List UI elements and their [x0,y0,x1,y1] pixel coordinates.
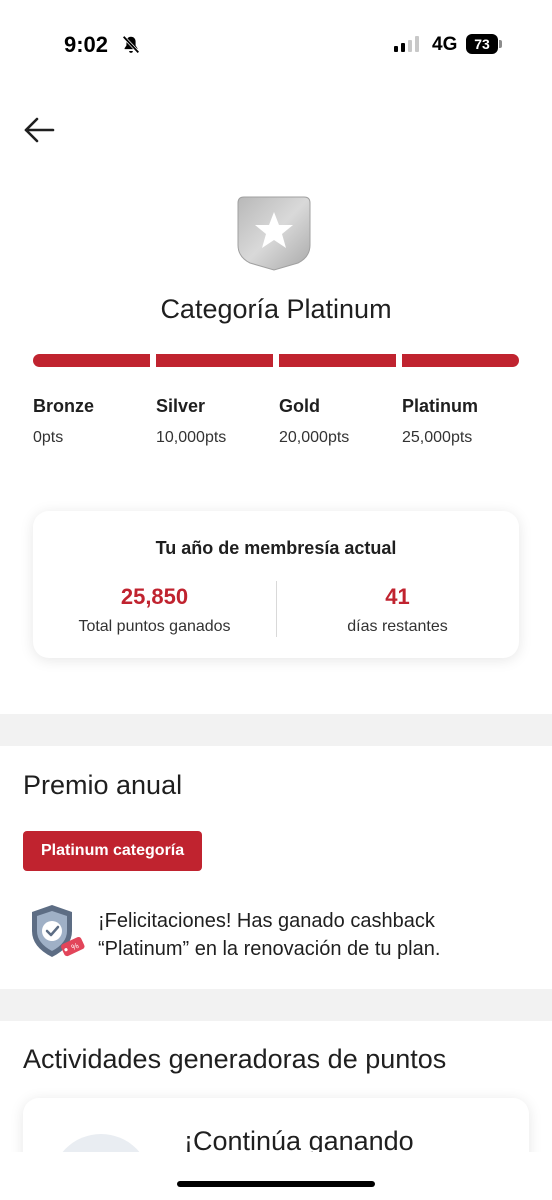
points-value: 25,850 [120,584,189,609]
battery-icon: 73 [466,34,502,54]
section-divider [0,714,552,746]
points-stat: 25,850 Total puntos ganados [33,584,276,636]
days-value: 41 [385,584,410,609]
membership-title: Tu año de membresía actual [155,538,397,558]
tier-gold: Gold 20,000pts [279,396,399,447]
progress-segment-platinum [402,354,519,367]
arrow-left-icon [24,117,55,143]
tier-name: Gold [279,396,320,416]
progress-segment-bronze [33,354,150,367]
status-bar: 9:02 4G 73 [0,0,552,90]
tier-list: Bronze 0pts Silver 10,000pts Gold 20,000… [33,396,533,456]
section-divider [0,989,552,1021]
points-label: Total puntos ganados [78,618,231,635]
award-message-row: % ¡Felicitaciones! Has ganado cashback “… [28,903,528,965]
back-button[interactable] [20,110,60,150]
tier-points: 25,000pts [402,429,473,446]
home-indicator[interactable] [177,1181,375,1187]
tier-silver: Silver 10,000pts [156,396,276,447]
tier-points: 20,000pts [279,429,350,446]
tier-points: 10,000pts [156,429,227,446]
network-type: 4G [432,34,458,55]
award-message: ¡Felicitaciones! Has ganado cashback “Pl… [98,910,441,960]
category-title: Categoría Platinum [160,294,392,324]
status-time: 9:02 [64,32,109,57]
shield-check-discount-icon: % [32,905,85,957]
signal-icon [394,36,419,52]
tier-name: Bronze [33,396,95,416]
tier-progress-bar [33,354,519,367]
membership-card: Tu año de membresía actual 25,850 Total … [33,511,519,658]
activities-title: Actividades generadoras de puntos [23,1044,447,1074]
annual-award-title: Premio anual [23,770,183,800]
bell-slash-icon [122,35,140,54]
days-stat: 41 días restantes [276,584,519,636]
home-indicator-area [0,1152,552,1200]
tier-points: 0pts [33,429,64,446]
battery-level: 73 [466,34,498,54]
days-label: días restantes [347,618,448,635]
progress-segment-silver [156,354,273,367]
tier-platinum: Platinum 25,000pts [402,396,522,447]
tier-name: Platinum [402,396,479,416]
star-shield-icon [237,196,311,271]
award-category-chip: Platinum categoría [23,831,203,871]
tier-name: Silver [156,396,206,416]
progress-segment-gold [279,354,396,367]
tier-bronze: Bronze 0pts [33,396,153,447]
